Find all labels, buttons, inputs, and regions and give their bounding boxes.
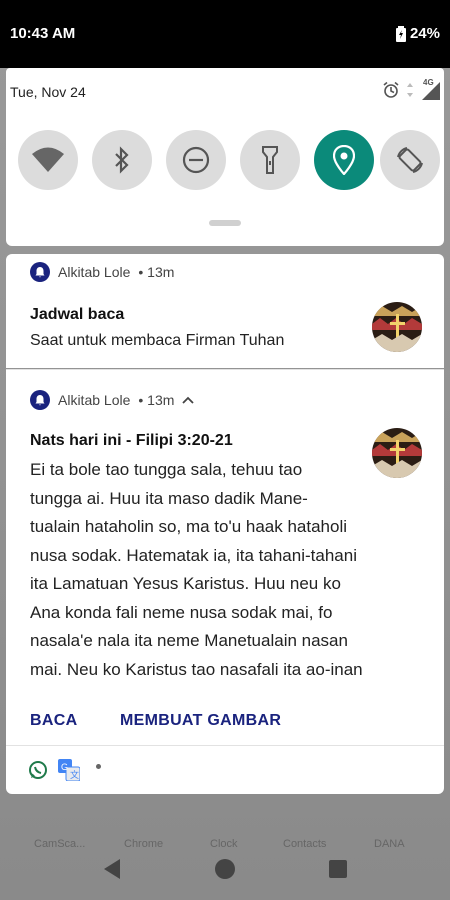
qs-date[interactable]: Tue, Nov 24 [10,84,86,100]
svg-text:G: G [61,762,68,772]
app-bell-icon [30,390,50,410]
google-translate-icon: G 文 [58,759,80,781]
notification-group-collapsed[interactable]: G 文 [6,745,444,794]
back-icon[interactable] [102,857,122,881]
flashlight-tile[interactable] [240,130,300,190]
wifi-icon [32,147,64,172]
notification-header: Alkitab Lole • 13m [30,262,174,282]
whatsapp-icon [29,761,47,779]
body-line: ita Lamatuan Yesus Karistus. Huu neu ko [30,574,341,593]
notification-time: • 13m [138,264,175,280]
app-name: Alkitab Lole [58,392,131,408]
chevron-up-icon[interactable] [182,395,195,405]
quick-settings-panel: Tue, Nov 24 4G [6,68,444,246]
status-bar: 10:43 AM 24% [0,0,450,68]
qs-status-icons: 4G [382,78,440,100]
notification-text: Saat untuk membaca Firman Tuhan [30,332,285,349]
bluetooth-icon [115,146,129,174]
notification-title: Jadwal baca [30,306,125,323]
app-name: Alkitab Lole [58,264,131,280]
app-bell-icon [30,262,50,282]
body-line: tungga ai. Huu ita maso dadik Mane- [30,488,308,508]
notification-title: Nats hari ini - Filipi 3:20-21 [30,432,233,449]
body-line: mai. Neu ko Karistus tao nasafali ita ao… [30,659,363,679]
battery-percent: 24% [409,25,440,42]
bluetooth-tile[interactable] [92,130,152,190]
body-line: tualain hataholin so, ma to'u haak hatah… [30,517,348,536]
do-not-disturb-tile[interactable] [166,130,226,190]
status-time: 10:43 AM [10,25,76,42]
body-line: nasala'e nala ita neme Manetualain nasan [30,631,348,650]
body-line: nusa sodak. Hatematak ia, ita tahani-tah… [30,545,357,565]
do-not-disturb-icon [182,146,210,174]
body-line: Ei ta bole tao tungga sala, tehuu tao [30,460,303,479]
more-notifications-dot [96,764,101,769]
notification-thumbnail [372,302,422,352]
location-icon [333,145,355,175]
flashlight-icon [262,146,278,174]
notification-jadwal-baca[interactable]: Alkitab Lole • 13m Jadwal baca Saat untu… [6,254,444,368]
status-right: 24% [395,25,440,42]
drag-handle[interactable] [209,220,241,226]
notification-time: • 13m [138,392,175,408]
wifi-tile[interactable] [18,130,78,190]
battery-charging-icon [395,25,406,42]
auto-rotate-icon [397,147,423,173]
data-arrows-icon [407,83,413,97]
notification-body: Ei ta bole tao tungga sala, tehuu tao tu… [30,456,400,684]
location-tile[interactable] [314,130,374,190]
notification-header: Alkitab Lole • 13m [30,390,195,410]
network-type: 4G [423,78,434,87]
auto-rotate-tile[interactable] [380,130,440,190]
body-line: Ana konda fali neme nusa sodak mai, fo [30,602,333,622]
membuat-gambar-button[interactable]: MEMBUAT GAMBAR [120,712,281,730]
navigation-bar [0,845,450,900]
cell-signal-icon: 4G [420,78,440,100]
recents-icon[interactable] [328,859,348,879]
alarm-icon [383,81,399,98]
baca-button[interactable]: BACA [30,712,77,730]
svg-text:文: 文 [70,769,79,780]
home-icon[interactable] [214,858,236,880]
notification-nats-hari-ini[interactable]: Alkitab Lole • 13m Nats hari ini - Filip… [6,369,444,746]
